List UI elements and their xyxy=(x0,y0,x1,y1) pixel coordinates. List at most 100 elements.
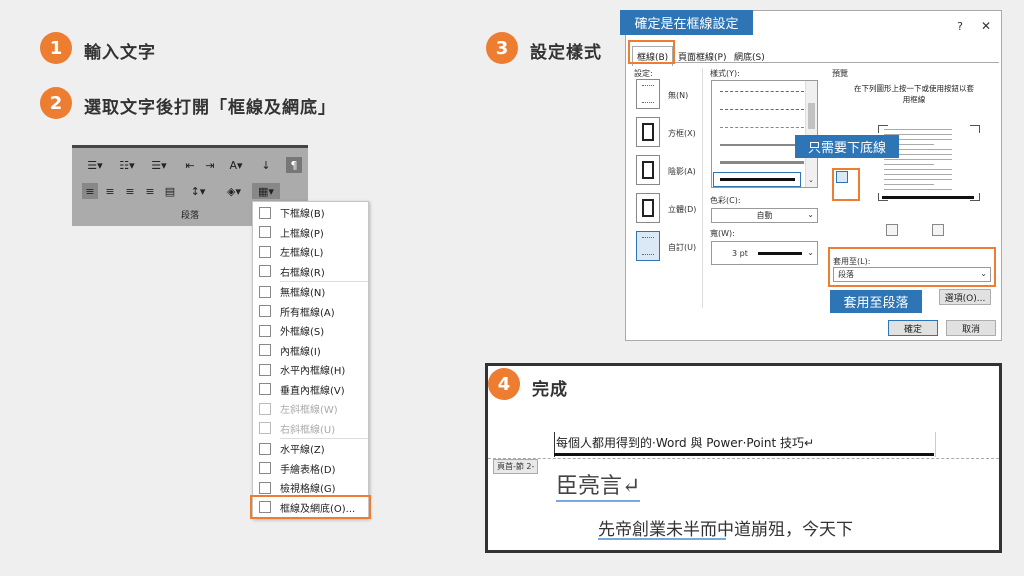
style-listbox[interactable]: ⌄ xyxy=(711,80,818,188)
setting-icon[interactable] xyxy=(636,231,660,261)
style-scrollbar[interactable]: ⌄ xyxy=(805,81,817,187)
step-3-label: 設定樣式 xyxy=(530,43,602,63)
numbering-button[interactable]: ☷▾ xyxy=(114,157,140,173)
setting-label[interactable]: 立體(D) xyxy=(668,204,696,215)
style-dashed[interactable] xyxy=(720,91,804,92)
border-menu-label: 垂直內框線(V) xyxy=(280,385,345,397)
preview-label: 預覽 xyxy=(832,69,848,78)
border-menu-label: 左框線(L) xyxy=(280,248,324,260)
style-label: 樣式(Y): xyxy=(710,69,740,78)
border-menu-label: 檢視格線(G) xyxy=(280,484,336,496)
border-menu-item[interactable]: 左框線(L) xyxy=(253,242,368,262)
width-label: 寬(W): xyxy=(710,229,735,238)
setting-icon[interactable] xyxy=(636,79,660,109)
preview-line xyxy=(884,189,952,194)
step-3-badge: 3 xyxy=(486,32,518,64)
setting-label[interactable]: 方框(X) xyxy=(668,128,696,139)
increase-indent-button[interactable]: ⇥ xyxy=(202,157,218,173)
align-center-button[interactable]: ≡ xyxy=(102,183,118,199)
setting-icon[interactable] xyxy=(636,155,660,185)
border-menu-item[interactable]: 左斜框線(W) xyxy=(253,399,368,419)
close-icon[interactable]: ✕ xyxy=(981,19,991,33)
width-select[interactable]: 3 pt ⌄ xyxy=(711,241,818,265)
asian-layout-button[interactable]: A▾ xyxy=(224,157,248,173)
border-menu-label: 無框線(N) xyxy=(280,288,326,300)
options-button[interactable]: 選項(O)... xyxy=(939,289,991,305)
border-menu-item[interactable]: 右斜框線(U) xyxy=(253,419,368,439)
align-right-button[interactable]: ≡ xyxy=(122,183,138,199)
preview-hint: 在下列圖形上按一下或使用按鈕以套用框線 xyxy=(854,84,974,104)
apply-to-tag: 套用至段落 xyxy=(830,290,922,313)
step-4-badge: 4 xyxy=(488,368,520,400)
ribbon-top-bar xyxy=(72,145,308,148)
cancel-button[interactable]: 取消 xyxy=(946,320,996,336)
border-menu-label: 水平內框線(H) xyxy=(280,366,346,378)
border-menu-item[interactable]: 垂直內框線(V) xyxy=(253,380,368,400)
sort-button[interactable]: ↓ xyxy=(258,157,274,173)
border-icon xyxy=(259,226,271,239)
decrease-indent-button[interactable]: ⇤ xyxy=(182,157,198,173)
border-menu-item[interactable]: 手繪表格(D) xyxy=(253,459,368,479)
align-left-button[interactable]: ≡ xyxy=(82,183,98,199)
border-menu-item[interactable]: 右框線(R) xyxy=(253,262,368,282)
border-icon xyxy=(259,305,271,318)
highlight-bottom-border xyxy=(832,168,860,201)
border-icon xyxy=(259,206,271,219)
style-selected-thick[interactable] xyxy=(713,172,801,187)
border-icon xyxy=(259,442,271,455)
border-menu-label: 手繪表格(D) xyxy=(280,464,336,476)
style-thick[interactable] xyxy=(720,161,804,164)
setting-label[interactable]: 自訂(U) xyxy=(668,242,696,253)
inside-border-button[interactable] xyxy=(886,224,898,236)
style-dash-dot[interactable] xyxy=(720,109,804,110)
style-double[interactable] xyxy=(720,144,804,146)
border-menu-item[interactable]: 上框線(P) xyxy=(253,223,368,243)
border-menu-label: 外框線(S) xyxy=(280,327,325,339)
border-menu-item[interactable]: 所有框線(A) xyxy=(253,302,368,322)
style-dash-dot-dot[interactable] xyxy=(720,127,804,128)
bullets-button[interactable]: ☰▾ xyxy=(82,157,108,173)
border-menu-item[interactable]: 水平內框線(H) xyxy=(253,360,368,380)
border-menu-item[interactable]: 內框線(I) xyxy=(253,341,368,361)
step-1-badge: 1 xyxy=(40,32,72,64)
show-marks-button[interactable]: ¶ xyxy=(286,157,302,173)
ok-button[interactable]: 確定 xyxy=(888,320,938,336)
right-border-button[interactable] xyxy=(932,224,944,236)
border-menu-item[interactable]: 外框線(S) xyxy=(253,321,368,341)
setting-icon[interactable] xyxy=(636,193,660,223)
border-menu-label: 右框線(R) xyxy=(280,267,325,279)
step-2-label: 選取文字後打開「框線及網底」 xyxy=(84,98,336,118)
step-4-label: 完成 xyxy=(532,380,568,400)
help-button[interactable]: ? xyxy=(957,20,963,33)
tab-page-borders[interactable]: 頁面框線(P) xyxy=(674,47,730,66)
header-section-tag: 頁首-節 2- xyxy=(493,459,539,474)
settings-label: 設定: xyxy=(634,69,653,78)
doc-body: 先帝創業未半而中道崩殂，今天下 xyxy=(598,520,853,540)
step-2-badge: 2 xyxy=(40,87,72,119)
tab-shading[interactable]: 網底(S) xyxy=(730,47,769,66)
border-menu-item[interactable]: 無框線(N) xyxy=(253,282,368,302)
border-icon xyxy=(259,383,271,396)
preview-bottom-border xyxy=(882,196,974,199)
setting-label[interactable]: 陰影(A) xyxy=(668,166,696,177)
border-menu-item[interactable]: 水平線(Z) xyxy=(253,439,368,459)
border-icon xyxy=(259,245,271,258)
line-spacing-button[interactable]: ↕▾ xyxy=(186,183,210,199)
border-menu-label: 所有框線(A) xyxy=(280,307,335,319)
border-menu-label: 內框線(I) xyxy=(280,346,321,358)
border-icon xyxy=(259,285,271,298)
border-menu-label: 左斜框線(W) xyxy=(280,405,338,417)
dialog-note-tag: 確定是在框線設定 xyxy=(620,10,753,35)
setting-label[interactable]: 無(N) xyxy=(668,90,688,101)
highlight-borders-shading-item xyxy=(250,495,371,519)
justify-button[interactable]: ≡ xyxy=(142,183,158,199)
border-menu-item[interactable]: 下框線(B) xyxy=(253,203,368,223)
borders-button[interactable]: ▦▾ xyxy=(252,183,280,199)
color-select[interactable]: 自動 ⌄ xyxy=(711,208,818,223)
multilevel-list-button[interactable]: ☰▾ xyxy=(146,157,172,173)
shading-button[interactable]: ◈▾ xyxy=(222,183,246,199)
setting-icon[interactable] xyxy=(636,117,660,147)
border-icon xyxy=(259,462,271,475)
step-1-label: 輸入文字 xyxy=(84,43,156,63)
distributed-button[interactable]: ▤ xyxy=(162,183,178,199)
